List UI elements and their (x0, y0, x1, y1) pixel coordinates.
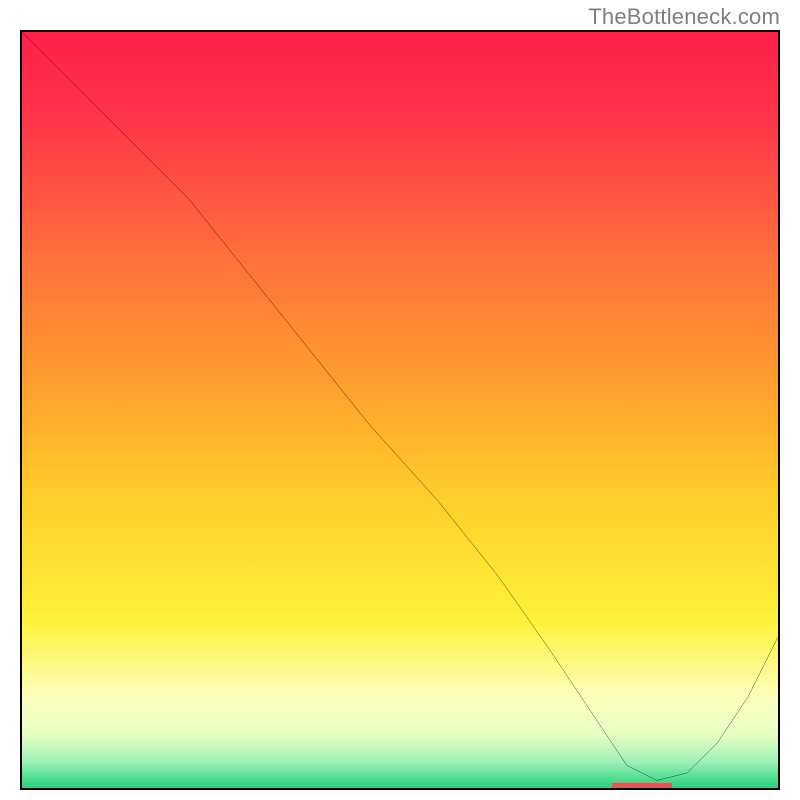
chart-stage: TheBottleneck.com (0, 0, 800, 800)
bottleneck-curve (22, 32, 778, 788)
plot-frame (20, 30, 780, 790)
watermark-text: TheBottleneck.com (588, 4, 780, 30)
optimal-range-marker (612, 783, 672, 789)
